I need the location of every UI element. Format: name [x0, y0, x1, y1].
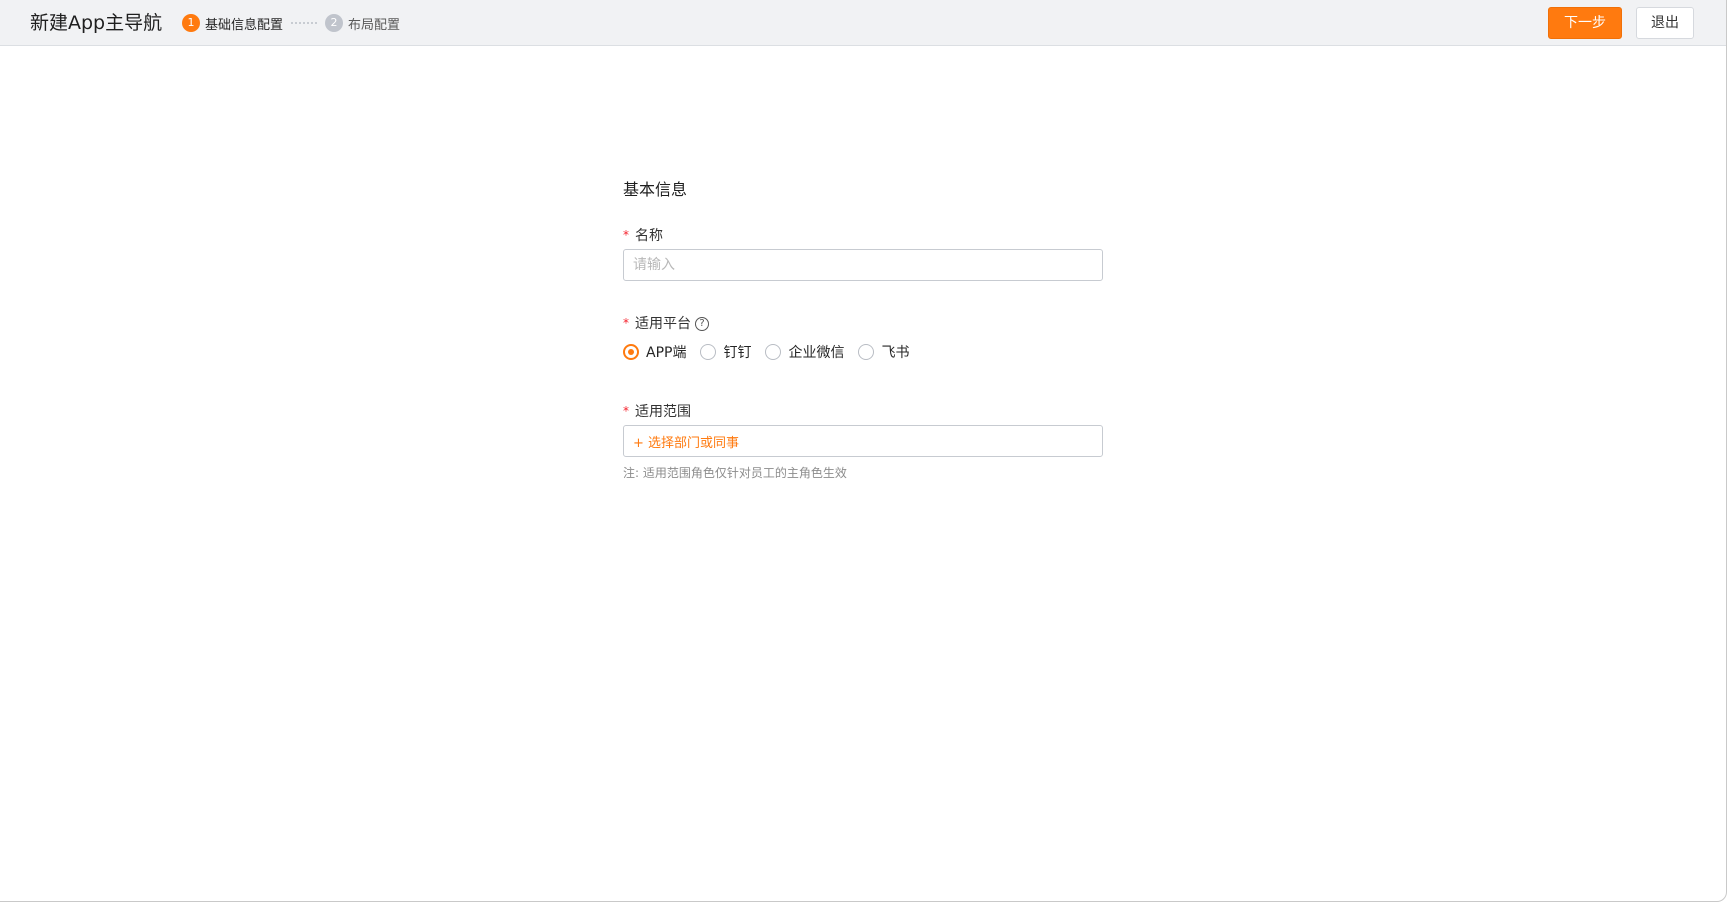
- app-window: 新建App主导航 1 基础信息配置 2 布局配置 下一步 退出 基本信息 * 名…: [0, 0, 1728, 903]
- name-label-text: 名称: [635, 228, 663, 244]
- radio-unchecked-icon[interactable]: [700, 344, 717, 360]
- platform-radio-group: APP端 钉钉 企业微信 飞书: [623, 342, 923, 362]
- top-bar: 新建App主导航 1 基础信息配置 2 布局配置 下一步 退出: [0, 0, 1726, 46]
- page-frame: 新建App主导航 1 基础信息配置 2 布局配置 下一步 退出 基本信息 * 名…: [0, 0, 1727, 902]
- name-input[interactable]: [623, 249, 1103, 281]
- radio-unchecked-icon[interactable]: [765, 344, 782, 360]
- radio-label: APP端: [646, 345, 687, 361]
- step-basic-info: 1 基础信息配置: [182, 14, 283, 33]
- name-label: * 名称: [623, 226, 663, 246]
- radio-label: 企业微信: [788, 345, 845, 361]
- radio-wecom[interactable]: 企业微信: [765, 342, 844, 362]
- radio-unchecked-icon[interactable]: [858, 344, 875, 360]
- exit-button[interactable]: 退出: [1636, 7, 1694, 39]
- page-title: 新建App主导航: [30, 12, 163, 34]
- add-scope-link[interactable]: + 选择部门或同事: [633, 432, 739, 451]
- platform-label: * 适用平台 ?: [623, 314, 709, 334]
- radio-label: 飞书: [881, 345, 910, 361]
- scope-selector[interactable]: + 选择部门或同事: [623, 425, 1103, 457]
- radio-checked-icon[interactable]: [623, 344, 639, 360]
- next-step-button[interactable]: 下一步: [1548, 7, 1622, 39]
- required-mark: *: [623, 404, 629, 418]
- required-mark: *: [623, 228, 629, 242]
- step-connector: [291, 22, 318, 24]
- steps-indicator: 1 基础信息配置 2 布局配置: [182, 13, 400, 33]
- step-label: 基础信息配置: [205, 17, 284, 33]
- scope-label-text: 适用范围: [635, 404, 691, 420]
- radio-dingtalk[interactable]: 钉钉: [700, 342, 751, 362]
- platform-label-text: 适用平台: [635, 316, 691, 332]
- step-label: 布局配置: [348, 17, 401, 33]
- scope-note: 注: 适用范围角色仅针对员工的主角色生效: [623, 466, 847, 480]
- radio-feishu[interactable]: 飞书: [858, 342, 909, 362]
- question-circle-icon[interactable]: ?: [695, 317, 709, 331]
- radio-app[interactable]: APP端: [623, 342, 686, 362]
- step-layout: 2 布局配置: [325, 14, 400, 33]
- step-number: 1: [182, 14, 200, 32]
- scope-label: * 适用范围: [623, 402, 691, 422]
- basic-info-form: 基本信息 * 名称 * 适用平台 ? APP端 钉钉: [623, 178, 1103, 480]
- required-mark: *: [623, 316, 629, 330]
- step-number: 2: [325, 14, 344, 32]
- radio-label: 钉钉: [723, 345, 752, 361]
- section-title: 基本信息: [623, 180, 688, 199]
